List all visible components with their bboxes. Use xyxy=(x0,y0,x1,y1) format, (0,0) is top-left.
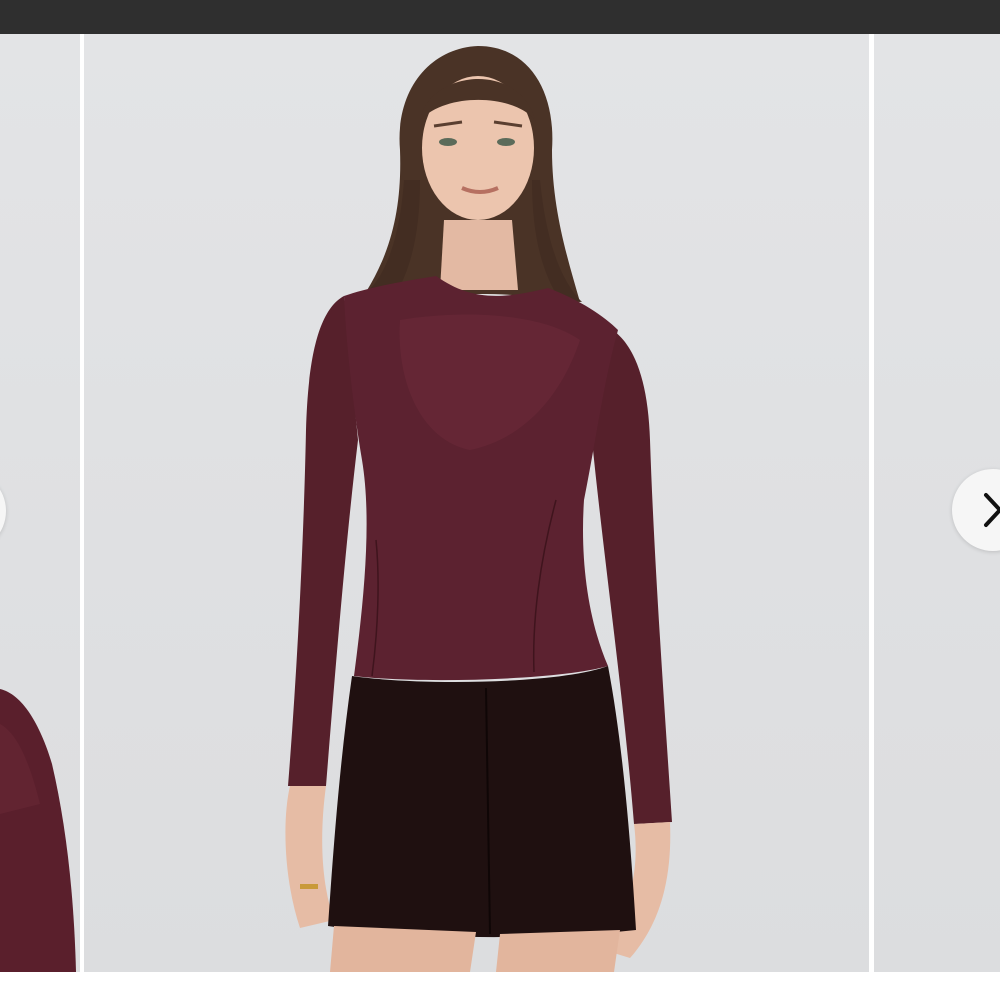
top-bar xyxy=(0,0,1000,34)
chevron-right-icon xyxy=(984,493,1000,527)
product-image-carousel[interactable] xyxy=(0,34,1000,972)
model-photo xyxy=(285,46,672,972)
main-product-image[interactable] xyxy=(84,34,869,972)
bottom-strip xyxy=(0,972,1000,1000)
previous-slide-image[interactable] xyxy=(0,34,80,972)
previous-slide-photo xyxy=(0,689,76,972)
chevron-left-icon xyxy=(0,470,6,552)
next-image-button[interactable] xyxy=(952,469,1000,551)
previous-image-button[interactable] xyxy=(0,470,6,552)
